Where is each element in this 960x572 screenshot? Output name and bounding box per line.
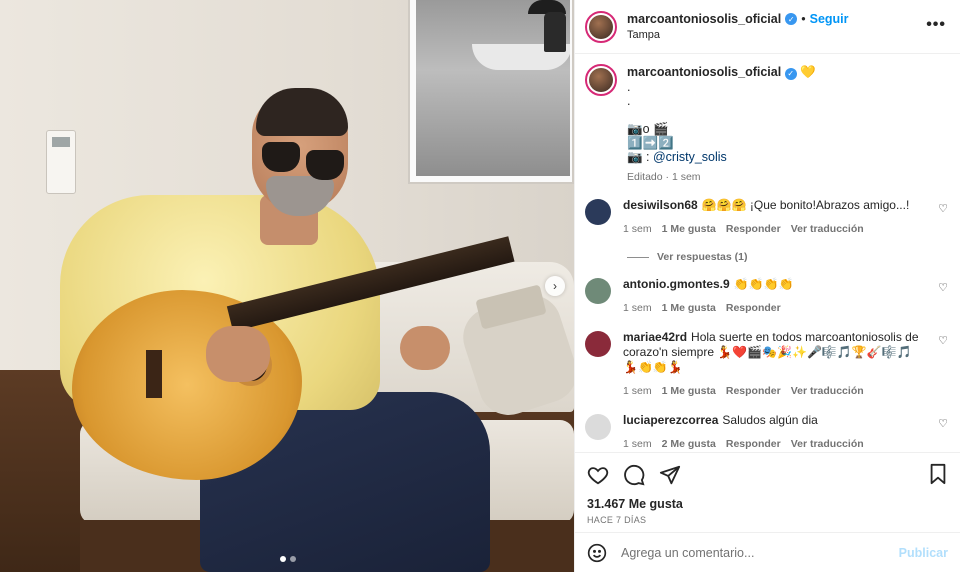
post-caption: marcoantoniosolis_oficial ✓ 💛 . . 📷o 🎬 1… — [585, 64, 948, 184]
comment-like-heart-icon[interactable]: ♡ — [938, 202, 948, 215]
post-photo: › — [0, 0, 574, 572]
caption-line: 1️⃣➡️2️⃣ — [627, 136, 674, 150]
carousel-dot-1 — [280, 556, 286, 562]
commenter-username[interactable]: desiwilson68 — [623, 198, 698, 212]
comment-likes-link[interactable]: 1 Me gusta — [662, 301, 716, 316]
post-location[interactable]: Tampa — [627, 29, 849, 41]
caption-username[interactable]: marcoantoniosolis_oficial — [627, 65, 781, 79]
comment-reply-button[interactable]: Responder — [726, 437, 781, 452]
comment-reply-button[interactable]: Responder — [726, 384, 781, 399]
comment-likes-link[interactable]: 1 Me gusta — [662, 222, 716, 237]
comment-time: 1 sem — [623, 438, 652, 450]
comment-text: 🤗🤗🤗 ¡Que bonito!Abrazos amigo...! — [701, 198, 910, 212]
commenter-username[interactable]: luciaperezcorrea — [623, 413, 718, 427]
author-avatar[interactable] — [585, 10, 617, 43]
add-comment-input[interactable] — [621, 545, 885, 560]
view-replies-button[interactable]: Ver respuestas (1) — [627, 251, 948, 263]
post-side-panel: marcoantoniosolis_oficial ✓ • Seguir Tam… — [574, 0, 960, 572]
caption-meta: Editado · 1 sem — [627, 171, 701, 183]
comment-reply-button[interactable]: Responder — [726, 301, 781, 316]
comment-reply-button[interactable]: Responder — [726, 222, 781, 237]
photo-sunglasses — [262, 142, 300, 172]
comments-list[interactable]: marcoantoniosolis_oficial ✓ 💛 . . 📷o 🎬 1… — [575, 54, 960, 452]
comment-time: 1 sem — [623, 302, 652, 314]
caption-line — [627, 108, 816, 122]
comment-translate-button[interactable]: Ver traducción — [791, 384, 864, 399]
photo-thermostat — [46, 130, 76, 194]
caption-credit-prefix: 📷 : — [627, 150, 653, 164]
caption-line: 📷o 🎬 — [627, 122, 669, 136]
comment-time: 1 sem — [623, 385, 652, 397]
comment-like-heart-icon[interactable]: ♡ — [938, 417, 948, 430]
photo-wall-painting — [408, 0, 574, 184]
caption-mention-link[interactable]: @cristy_solis — [653, 150, 727, 164]
carousel-dot-2 — [290, 556, 296, 562]
comment-translate-button[interactable]: Ver traducción — [791, 222, 864, 237]
commenter-username[interactable]: antonio.gmontes.9 — [623, 277, 730, 291]
instagram-post-modal: › marcoantoniosolis_oficial ✓ • Seguir T… — [0, 0, 960, 572]
comment-bubble-icon[interactable] — [623, 464, 645, 486]
caption-author-avatar[interactable] — [585, 64, 617, 96]
comment-text: 👏👏👏👏 — [733, 277, 794, 291]
separator: • — [801, 12, 806, 26]
more-options-icon[interactable]: ••• — [926, 16, 946, 34]
view-replies-label: Ver respuestas (1) — [657, 251, 748, 263]
comment-item: luciaperezcorrea Saludos algún dia 1 sem … — [585, 413, 948, 452]
comment-likes-link[interactable]: 1 Me gusta — [662, 384, 716, 399]
post-actions: 31.467 Me gusta HACE 7 DÍAS — [575, 452, 960, 532]
author-username[interactable]: marcoantoniosolis_oficial — [627, 12, 781, 26]
likes-count[interactable]: 31.467 Me gusta — [587, 497, 948, 511]
verified-badge-icon: ✓ — [784, 68, 797, 80]
commenter-avatar[interactable] — [585, 331, 611, 357]
publish-button[interactable]: Publicar — [899, 546, 948, 560]
post-header: marcoantoniosolis_oficial ✓ • Seguir Tam… — [575, 0, 960, 54]
like-heart-icon[interactable] — [587, 464, 609, 486]
follow-button[interactable]: Seguir — [810, 12, 849, 26]
comment-text: Saludos algún dia — [722, 413, 818, 427]
caption-line: . — [627, 94, 631, 108]
add-comment-bar: Publicar — [575, 532, 960, 572]
comment-time: 1 sem — [623, 223, 652, 235]
comment-item: desiwilson68 🤗🤗🤗 ¡Que bonito!Abrazos amig… — [585, 198, 948, 237]
commenter-username[interactable]: mariae42rd — [623, 330, 687, 344]
carousel-next-button[interactable]: › — [545, 276, 565, 296]
verified-badge-icon: ✓ — [785, 13, 798, 25]
share-send-icon[interactable] — [659, 464, 681, 486]
comment-like-heart-icon[interactable]: ♡ — [938, 281, 948, 294]
comment-translate-button[interactable]: Ver traducción — [791, 437, 864, 452]
comment-item: antonio.gmontes.9 👏👏👏👏 1 sem 1 Me gusta R… — [585, 277, 948, 316]
comment-likes-link[interactable]: 2 Me gusta — [662, 437, 716, 452]
comment-item: mariae42rd Hola suerte en todos marcoanto… — [585, 330, 948, 399]
carousel-dots — [280, 556, 296, 562]
caption-line: . — [627, 80, 631, 94]
commenter-avatar[interactable] — [585, 278, 611, 304]
post-date: HACE 7 DÍAS — [587, 515, 647, 525]
commenter-avatar[interactable] — [585, 199, 611, 225]
commenter-avatar[interactable] — [585, 414, 611, 440]
emoji-smiley-icon[interactable] — [587, 543, 607, 563]
bookmark-save-icon[interactable] — [928, 463, 948, 485]
comment-like-heart-icon[interactable]: ♡ — [938, 334, 948, 347]
caption-emoji: 💛 — [800, 65, 816, 79]
chevron-right-icon: › — [553, 279, 557, 293]
